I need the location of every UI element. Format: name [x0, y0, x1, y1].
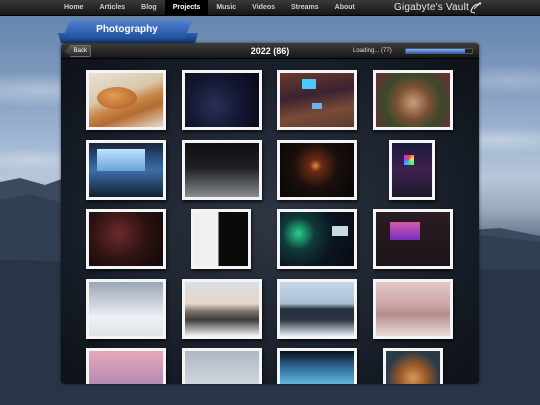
site-title[interactable]: Gigabyte's Vault [394, 2, 469, 13]
photo-thumbnail [280, 212, 354, 266]
photo-thumbnail [386, 351, 440, 384]
loading-progress-bar [405, 48, 473, 54]
photo-sleeping-cat[interactable] [86, 70, 166, 130]
photo-thumbnail [89, 351, 163, 384]
photo-thumbnail [89, 73, 163, 127]
photo-black-white-sticker[interactable] [191, 209, 251, 269]
photo-thumbnail [89, 143, 163, 197]
nav-blog[interactable]: Blog [133, 0, 165, 16]
photo-red-screen[interactable] [86, 209, 166, 269]
photo-thumbnail [376, 73, 450, 127]
photo-snowy-forest[interactable] [277, 279, 357, 339]
photo-blue-screen[interactable] [277, 348, 357, 384]
photo-thumbnail [280, 73, 354, 127]
photo-thumbnail [392, 143, 432, 197]
photo-orange-cat[interactable] [383, 348, 443, 384]
photo-thumbnail [89, 212, 163, 266]
photo-thumbnail [376, 282, 450, 336]
gallery-title: 2022 (86) [250, 46, 290, 56]
nav-articles[interactable]: Articles [91, 0, 133, 16]
back-button[interactable]: Back [65, 45, 91, 57]
photo-thumbnail [185, 351, 259, 384]
top-navigation-bar: Home Articles Blog Projects Music Videos… [0, 0, 540, 16]
photo-thumbnail [280, 282, 354, 336]
loading-status: Loading... (77) [353, 48, 392, 54]
photo-desk-setup[interactable] [277, 70, 357, 130]
loading-progress-fill [406, 49, 466, 53]
photo-thumbnail [89, 282, 163, 336]
photo-snow-fence[interactable] [373, 279, 453, 339]
photo-monitor-wall[interactable] [86, 140, 166, 200]
photo-christmas-tree[interactable] [373, 70, 453, 130]
photo-thumbnail [185, 73, 259, 127]
photo-snowy-ground[interactable] [86, 279, 166, 339]
photo-thumbnail [185, 282, 259, 336]
nav-streams[interactable]: Streams [283, 0, 327, 16]
photo-grid[interactable] [61, 59, 479, 384]
photo-dark-floor[interactable] [182, 140, 262, 200]
nav-videos[interactable]: Videos [244, 0, 283, 16]
photo-dark-room[interactable] [182, 70, 262, 130]
gallery-header: Back 2022 (86) Loading... (77) [61, 43, 479, 59]
nav-music[interactable]: Music [208, 0, 244, 16]
main-nav: Home Articles Blog Projects Music Videos… [56, 0, 363, 16]
satellite-dish-icon [470, 2, 482, 14]
photo-orange-lamp[interactable] [277, 140, 357, 200]
photo-thumbnail [280, 351, 354, 384]
gallery-panel: Back 2022 (86) Loading... (77) [61, 43, 479, 384]
nav-home[interactable]: Home [56, 0, 91, 16]
photo-neon-lights[interactable] [277, 209, 357, 269]
photo-frozen-lake[interactable] [182, 348, 262, 384]
photo-colorful-logo[interactable] [389, 140, 435, 200]
photo-thumbnail [376, 212, 450, 266]
photo-mountain-view[interactable] [182, 279, 262, 339]
nav-about[interactable]: About [327, 0, 363, 16]
section-title: Photography [96, 24, 158, 35]
photo-purple-tv[interactable] [373, 209, 453, 269]
photo-thumbnail [185, 143, 259, 197]
photo-thumbnail [194, 212, 248, 266]
nav-projects[interactable]: Projects [164, 0, 209, 16]
photo-pink-sunset[interactable] [86, 348, 166, 384]
photo-thumbnail [280, 143, 354, 197]
